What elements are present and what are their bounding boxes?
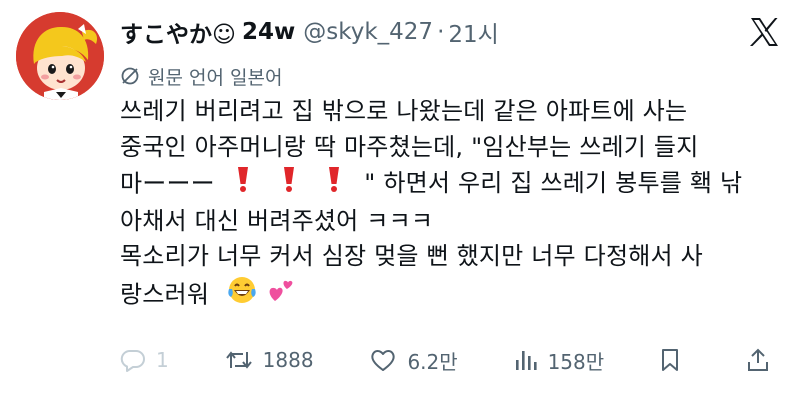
tweet-line-with-emoji: 마ーーー " 하면서 우리 집 쓰레기 봉투를 홱 낚 [120, 165, 780, 204]
bookmark-button[interactable] [660, 348, 690, 372]
translation-indicator[interactable]: 원문 언어 일본어 [120, 60, 282, 92]
repost-icon [225, 351, 252, 369]
reply-button[interactable]: 1 [120, 348, 169, 372]
tweet-text-segment: 랑스러워 [120, 279, 210, 308]
tweet-time[interactable]: 21시 [448, 15, 498, 49]
separator-dot: · [437, 19, 445, 45]
user-handle[interactable]: @skyk_427 [303, 19, 433, 45]
heart-icon [371, 350, 396, 371]
tweet-line: 쓰레기 버리려고 집 밖으로 나왔는데 같은 아파트에 사는 [120, 97, 688, 125]
tweet-line: 중국인 아주머니랑 딱 마주쳤는데, "임산부는 쓰레기 들지 [120, 132, 699, 161]
translate-label: 원문 언어 일본어 [148, 66, 283, 89]
views-chart-icon [515, 351, 537, 370]
share-icon [747, 348, 768, 371]
reply-count: 1 [156, 348, 169, 372]
tweet-header: すこやか☺ 24w @skyk_427 · 21시 [120, 12, 740, 52]
cartoon-girl-avatar-icon [16, 12, 104, 100]
tweet-line: 아채서 대신 버려주셨어 ㅋㅋㅋ [120, 206, 434, 235]
display-name[interactable]: すこやか☺ [120, 15, 236, 49]
repost-count: 1888 [262, 348, 314, 372]
tweet-line: 목소리가 너무 커서 심장 멎을 뻔 했지만 너무 다정해서 사 [120, 242, 703, 270]
like-count: 6.2만 [407, 349, 458, 374]
display-name-suffix[interactable]: 24w [242, 19, 295, 45]
translate-icon [121, 67, 139, 85]
bookmark-icon [662, 349, 679, 371]
tweet-line-with-emoji: 랑스러워 [120, 275, 780, 316]
exclamation-emoji [326, 165, 342, 204]
like-button[interactable]: 6.2만 [369, 346, 458, 375]
tweet-text-segment: " 하면서 우리 집 쓰레기 봉투를 홱 낚 [364, 169, 743, 198]
share-button[interactable] [746, 348, 780, 372]
views-button[interactable]: 158만 [514, 346, 605, 375]
laughing-tears-emoji [227, 275, 257, 316]
tweet-text-segment: 마ーーー [120, 169, 215, 198]
tweet-actions: 1 1888 6.2만 158만 [120, 340, 780, 380]
exclamation-emoji [235, 165, 251, 204]
tweet-body: 쓰레기 버리려고 집 밖으로 나왔는데 같은 아파트에 사는 중국인 아주머니랑… [120, 94, 780, 315]
view-count: 158만 [547, 349, 605, 374]
repost-button[interactable]: 1888 [225, 348, 314, 372]
reply-icon [120, 349, 145, 372]
two-hearts-emoji [267, 275, 297, 316]
avatar[interactable] [16, 12, 104, 100]
x-logo-icon[interactable] [748, 16, 780, 48]
exclamation-emoji [281, 165, 297, 204]
